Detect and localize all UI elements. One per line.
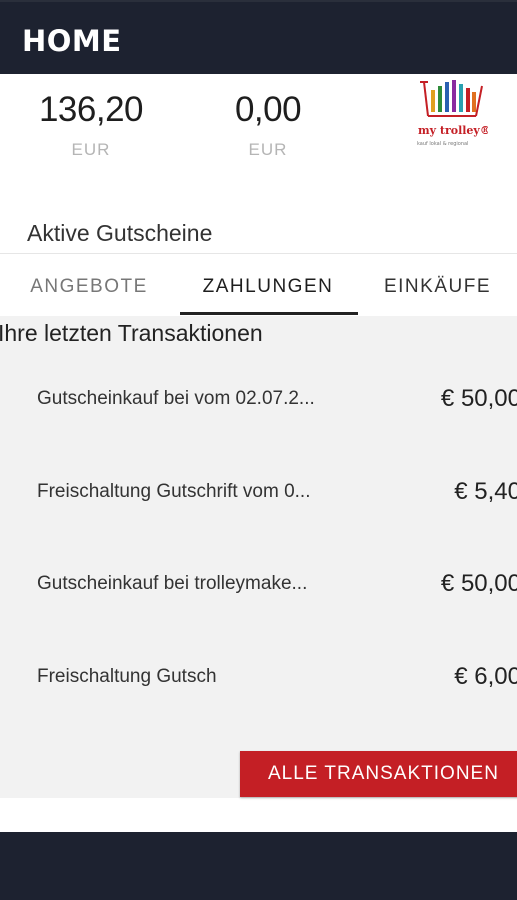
transaction-description: Freischaltung Gutsch [37, 666, 217, 687]
page-title: HOME [22, 24, 122, 58]
transaction-description: Freischaltung Gutschrift vom 0... [37, 481, 311, 502]
balance-currency: EUR [71, 140, 111, 159]
transaction-row[interactable]: Freischaltung Gutsch € 6,00 [0, 663, 517, 706]
transaction-amount: € 6,00 [454, 663, 517, 690]
logo-tagline: kauf lokal & regional [417, 141, 468, 147]
transactions-title: Ihre letzten Transaktionen [0, 320, 263, 346]
active-vouchers-label[interactable]: Aktive Gutscheine [27, 220, 212, 247]
transaction-description: Gutscheinkauf bei vom 02.07.2... [37, 388, 315, 409]
transactions-panel: Ihre letzten Transaktionen Gutscheinkauf… [0, 316, 517, 798]
transaction-amount: € 50,00 [440, 570, 517, 597]
balance-currency: EUR [248, 140, 288, 159]
my-trolley-logo: my trolley® kauf lokal & regional [414, 76, 488, 150]
logo-wordmark: my trolley® [418, 124, 488, 137]
transaction-amount: € 5,40 [454, 478, 517, 505]
transaction-amount: € 50,00 [440, 385, 517, 412]
all-transactions-button[interactable]: ALLE TRANSAKTIONEN [240, 751, 517, 797]
transaction-row[interactable]: Gutscheinkauf bei trolleymake... € 50,00 [0, 570, 517, 613]
balance-amount: 136,20 [38, 90, 144, 129]
balance-primary: 136,20 EUR [32, 90, 150, 160]
app-header: HOME [0, 0, 517, 74]
tab-zahlungen[interactable]: ZAHLUNGEN [178, 254, 358, 316]
tab-angebote[interactable]: ANGEBOTE [0, 254, 178, 316]
tab-bar: ANGEBOTE ZAHLUNGEN EINKÄUFE [0, 254, 517, 316]
balance-secondary: 0,00 EUR [222, 90, 314, 160]
active-tab-indicator [180, 312, 358, 315]
bottom-bar [0, 832, 517, 900]
tab-einkaeufe[interactable]: EINKÄUFE [358, 254, 517, 316]
transaction-description: Gutscheinkauf bei trolleymake... [37, 573, 308, 594]
balance-amount: 0,00 [234, 90, 302, 129]
transaction-row[interactable]: Gutscheinkauf bei vom 02.07.2... € 50,00 [0, 385, 517, 428]
transaction-row[interactable]: Freischaltung Gutschrift vom 0... € 5,40 [0, 478, 517, 521]
